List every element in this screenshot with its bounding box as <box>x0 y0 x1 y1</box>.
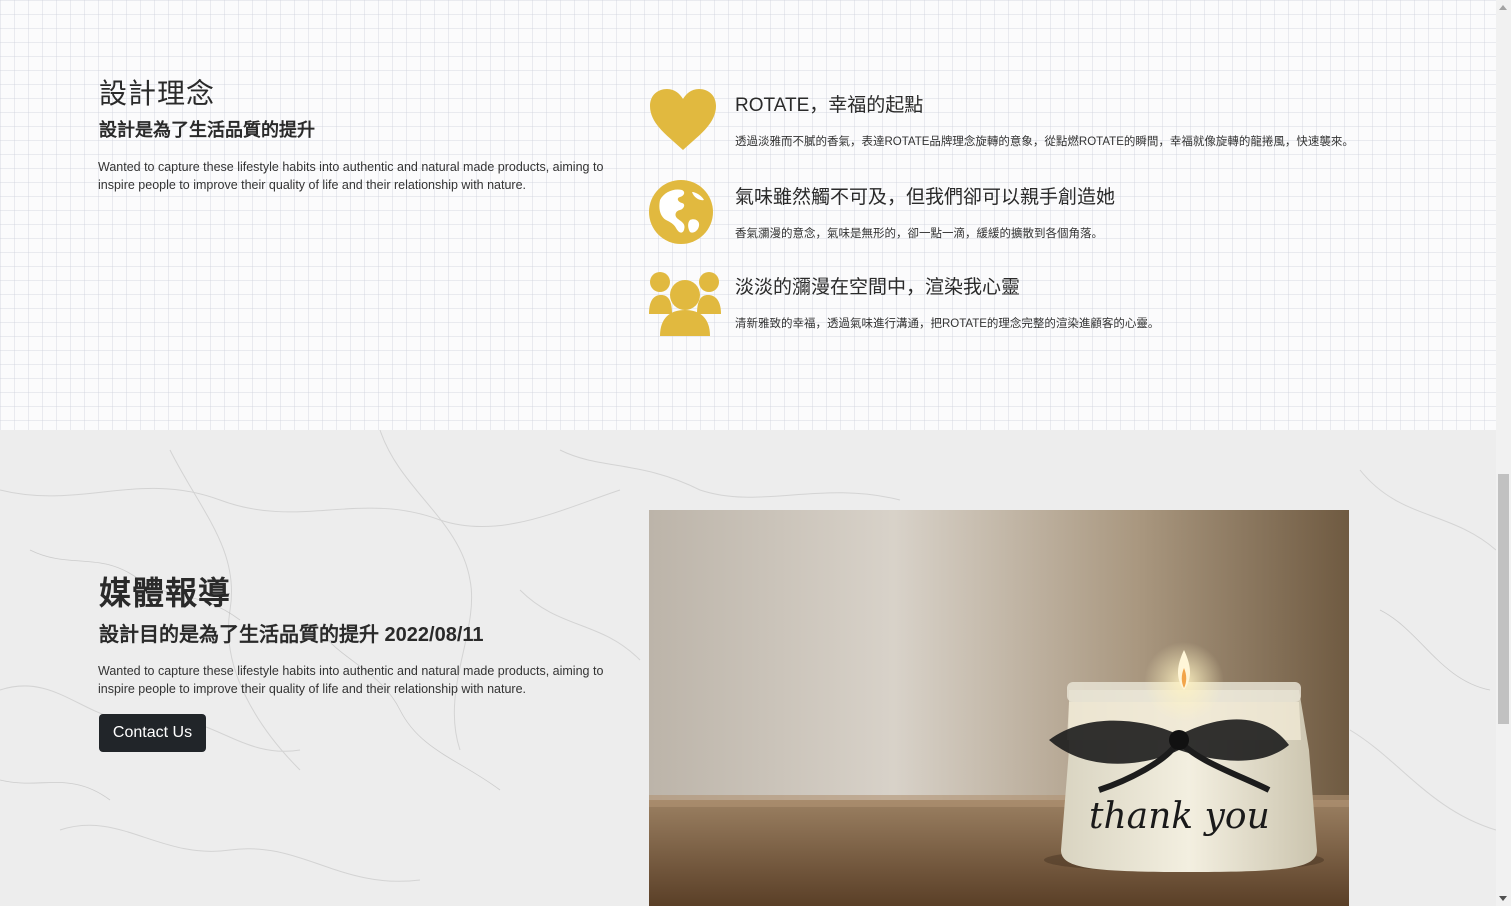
heart-icon <box>648 88 718 158</box>
contact-us-button[interactable]: Contact Us <box>99 714 206 752</box>
feature-title: 氣味雖然觸不可及，但我們卻可以親手創造她 <box>735 187 1116 208</box>
media-title: 媒體報導 <box>99 575 232 611</box>
concept-title: 設計理念 <box>99 78 216 109</box>
feature-description: 透過淡雅而不膩的香氣，表達ROTATE品牌理念旋轉的意象，從點燃ROTATE的瞬… <box>735 136 1354 148</box>
concept-description: Wanted to capture these lifestyle habits… <box>98 160 604 192</box>
feature-item-space: 淡淡的瀰漫在空間中，渲染我心靈 清新雅致的幸福，透過氣味進行溝通，把ROTATE… <box>648 270 1488 350</box>
page: 設計理念 設計是為了生活品質的提升 Wanted to capture thes… <box>0 0 1511 906</box>
vertical-scrollbar[interactable] <box>1496 0 1511 906</box>
globe-americas-icon <box>648 180 718 250</box>
feature-item-scent: 氣味雖然觸不可及，但我們卻可以親手創造她 香氣瀰漫的意念，氣味是無形的，卻一點一… <box>648 180 1488 260</box>
candle-photo: thank you <box>649 510 1349 906</box>
feature-title: ROTATE，幸福的起點 <box>735 95 924 116</box>
feature-item-happiness: ROTATE，幸福的起點 透過淡雅而不膩的香氣，表達ROTATE品牌理念旋轉的意… <box>648 88 1488 168</box>
media-subtitle: 設計目的是為了生活品質的提升 2022/08/11 <box>99 624 484 646</box>
people-group-icon <box>648 270 721 340</box>
photo-caption-text: thank you <box>1089 796 1270 837</box>
media-description: Wanted to capture these lifestyle habits… <box>98 664 604 696</box>
feature-description: 清新雅致的幸福，透過氣味進行溝通，把ROTATE的理念完整的渲染進顧客的心靈。 <box>735 318 1160 330</box>
feature-title: 淡淡的瀰漫在空間中，渲染我心靈 <box>735 277 1021 298</box>
scroll-up-arrow-icon[interactable] <box>1499 5 1507 10</box>
concept-subtitle: 設計是為了生活品質的提升 <box>99 120 315 140</box>
scroll-down-arrow-icon[interactable] <box>1499 896 1507 901</box>
design-concept-section: 設計理念 設計是為了生活品質的提升 Wanted to capture thes… <box>0 0 1496 430</box>
feature-description: 香氣瀰漫的意念，氣味是無形的，卻一點一滴，緩緩的擴散到各個角落。 <box>735 228 1103 240</box>
scrollbar-thumb[interactable] <box>1498 474 1509 724</box>
media-coverage-section: 媒體報導 設計目的是為了生活品質的提升 2022/08/11 Wanted to… <box>0 430 1496 906</box>
